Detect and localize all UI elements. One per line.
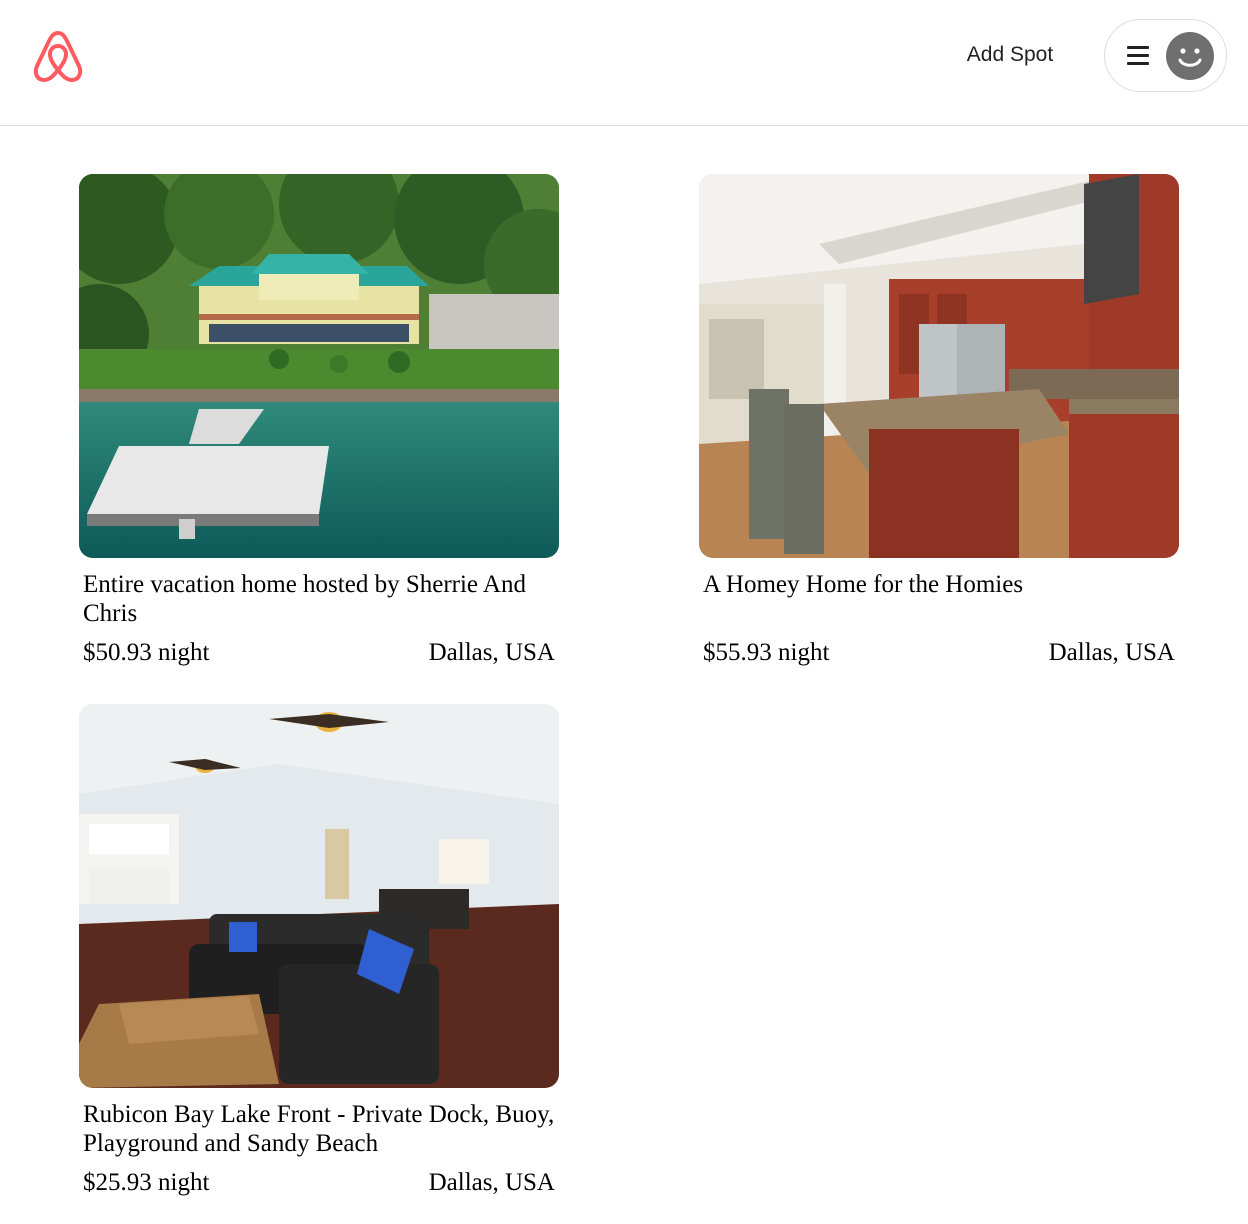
- listing-title: A Homey Home for the Homies: [703, 571, 1024, 598]
- listing-image-living-room[interactable]: [79, 704, 559, 1088]
- listing-price: $25.93 night: [83, 1169, 210, 1196]
- listing-price: $55.93 night: [703, 639, 830, 666]
- hamburger-menu-icon: [1127, 46, 1149, 66]
- profile-menu-button[interactable]: [1104, 19, 1227, 92]
- listing-card[interactable]: A Homey Home for the Homies $55.93 night…: [699, 174, 1179, 666]
- airbnb-logo-icon[interactable]: [31, 27, 85, 85]
- listing-image-lakefront-house[interactable]: [79, 174, 559, 558]
- add-spot-button[interactable]: Add Spot: [940, 38, 1080, 72]
- listing-location: Dallas, USA: [428, 1169, 555, 1196]
- top-nav: Add Spot: [0, 0, 1248, 126]
- listing-location: Dallas, USA: [1048, 639, 1175, 666]
- listing-title: Entire vacation home hosted by Sherrie A…: [83, 571, 526, 627]
- listing-image-kitchen[interactable]: [699, 174, 1179, 558]
- listing-title: Rubicon Bay Lake Front - Private Dock, B…: [83, 1101, 555, 1157]
- listing-card[interactable]: Entire vacation home hosted by Sherrie A…: [79, 174, 559, 666]
- listing-card[interactable]: Rubicon Bay Lake Front - Private Dock, B…: [79, 704, 559, 1196]
- user-avatar-icon: [1166, 32, 1214, 80]
- listing-price: $50.93 night: [83, 639, 210, 666]
- listing-location: Dallas, USA: [428, 639, 555, 666]
